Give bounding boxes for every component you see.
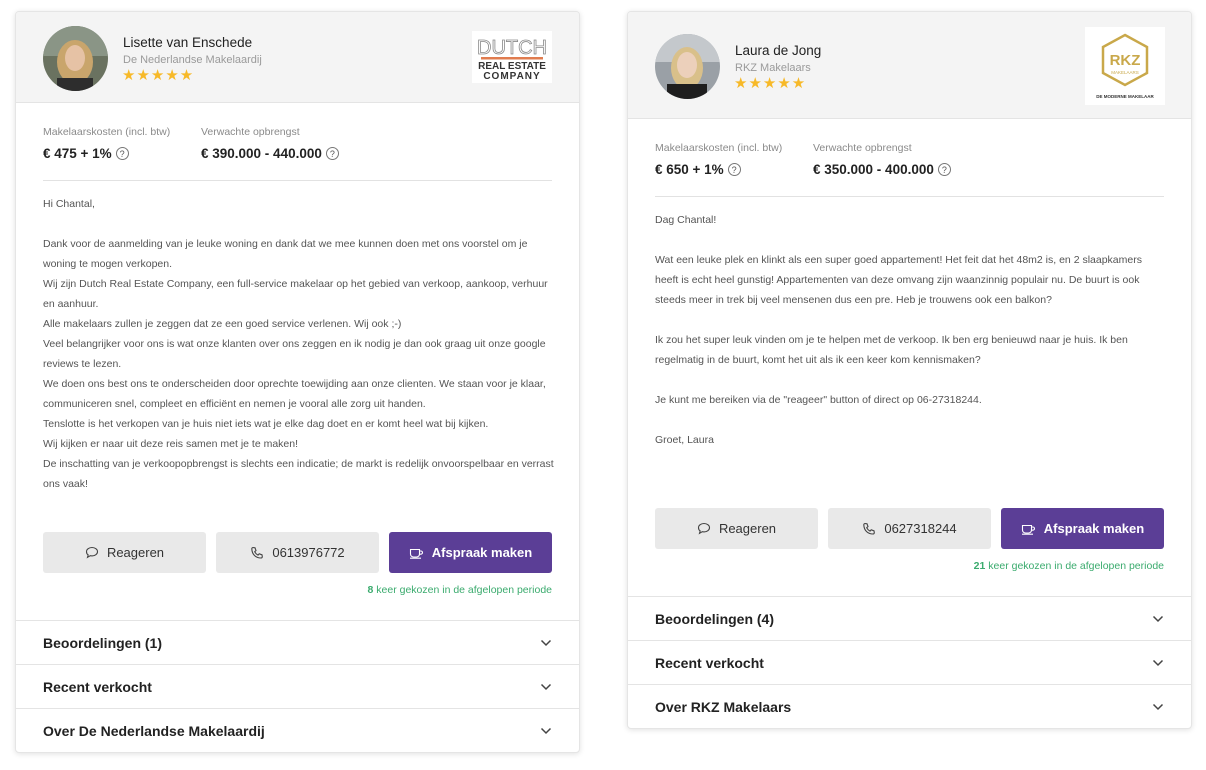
message-line: Je kunt me bereiken via de "reageer" but… (655, 394, 982, 406)
message-text: Hi Chantal, Dank voor de aanmelding van … (43, 194, 555, 494)
agent-name: Lisette van Enschede (123, 35, 253, 50)
message-line: Alle makelaars zullen je zeggen dat ze e… (43, 318, 402, 330)
proceeds-amount: € 350.000 - 400.000 (813, 162, 934, 177)
logo-line2: MAKELAARS (1111, 70, 1139, 75)
message-line: Ik zou het super leuk vinden om je te he… (655, 334, 1128, 366)
proceeds-amount: € 390.000 - 440.000 (201, 146, 322, 161)
message-line: Wat een leuke plek en klinkt als een sup… (655, 254, 1142, 306)
rating-stars: ★★★★★ (734, 75, 807, 92)
phone-number: 0627318244 (884, 521, 957, 536)
accordion-recent-sold[interactable]: Recent verkocht (16, 664, 579, 708)
divider (655, 196, 1164, 197)
cost-amount: € 650 + 1% (655, 162, 724, 177)
chevron-down-icon (1152, 703, 1164, 710)
phone-icon (251, 546, 264, 559)
cost-block: Makelaarskosten (incl. btw) € 475 + 1% ? (43, 126, 170, 161)
help-icon[interactable]: ? (727, 163, 741, 176)
message-text: Dag Chantal! Wat een leuke plek en klink… (655, 210, 1167, 450)
message-line: Veel belangrijker voor ons is wat onze k… (43, 338, 546, 370)
agent-card: Laura de Jong RKZ Makelaars ★★★★★ RKZ MA… (627, 11, 1192, 729)
phone-icon (863, 522, 876, 535)
accordion-label: Over De Nederlandse Makelaardij (43, 722, 265, 739)
chevron-down-icon (1152, 615, 1164, 622)
proceeds-block: Verwachte opbrengst € 390.000 - 440.000 … (201, 126, 339, 161)
accordion-label: Over RKZ Makelaars (655, 698, 792, 715)
chat-bubble-icon (85, 546, 98, 559)
chevron-down-icon (540, 683, 552, 690)
message-line: Dag Chantal! (655, 214, 717, 226)
proceeds-value: € 350.000 - 400.000 ? (813, 162, 951, 177)
message-line: We doen ons best ons te onderscheiden do… (43, 378, 546, 410)
cost-value: € 650 + 1% ? (655, 162, 782, 177)
coffee-cup-icon (1021, 524, 1035, 535)
chosen-count-text: 21 keer gekozen in de afgelopen periode (974, 560, 1164, 572)
rating-stars: ★★★★★ (122, 67, 195, 84)
chosen-text: keer gekozen in de afgelopen periode (376, 584, 552, 596)
help-icon[interactable]: ? (115, 147, 129, 160)
accordion-label: Beoordelingen (4) (655, 610, 775, 627)
message-line: Hi Chantal, (43, 198, 95, 210)
cost-amount: € 475 + 1% (43, 146, 112, 161)
message-line: Tenslotte is het verkopen van je huis ni… (43, 418, 489, 430)
accordion-label: Recent verkocht (655, 654, 764, 671)
message-line: Dank voor de aanmelding van je leuke won… (43, 238, 528, 270)
proceeds-value: € 390.000 - 440.000 ? (201, 146, 339, 161)
chosen-count: 8 (367, 584, 374, 596)
agent-avatar (43, 26, 108, 91)
phone-button[interactable]: 0627318244 (828, 508, 991, 549)
appointment-label: Afspraak maken (1043, 521, 1145, 536)
agent-card: Lisette van Enschede De Nederlandse Make… (15, 11, 580, 753)
company-logo: RKZ MAKELAARS DE MODERNE MAKELAAR (1085, 27, 1165, 105)
card-header: Lisette van Enschede De Nederlandse Make… (16, 12, 579, 103)
agent-name: Laura de Jong (735, 43, 822, 58)
accordion-reviews[interactable]: Beoordelingen (4) (628, 596, 1191, 640)
message-line: Groet, Laura (655, 434, 714, 446)
message-line: Wij zijn Dutch Real Estate Company, een … (43, 278, 548, 310)
proceeds-label: Verwachte opbrengst (813, 142, 912, 154)
chevron-down-icon (1152, 659, 1164, 666)
cost-block: Makelaarskosten (incl. btw) € 650 + 1% ? (655, 142, 782, 177)
phone-number: 0613976772 (272, 545, 345, 560)
proceeds-label: Verwachte opbrengst (201, 126, 300, 138)
reply-button[interactable]: Reageren (655, 508, 818, 549)
coffee-cup-icon (409, 548, 423, 559)
logo-line3: DE MODERNE MAKELAAR (1096, 94, 1154, 99)
chevron-down-icon (540, 727, 552, 734)
logo-line1: RKZ (1110, 52, 1141, 69)
chosen-count: 21 (973, 560, 986, 572)
reply-button[interactable]: Reageren (43, 532, 206, 573)
accordion-about[interactable]: Over De Nederlandse Makelaardij (16, 708, 579, 752)
agent-office: De Nederlandse Makelaardij (123, 54, 262, 66)
divider (43, 180, 552, 181)
agent-avatar (655, 34, 720, 99)
message-line: Wij kijken er naar uit deze reis samen m… (43, 438, 299, 450)
message-line: De inschatting van je verkoopopbrengst i… (43, 458, 554, 490)
reply-label: Reageren (718, 521, 777, 536)
appointment-button[interactable]: Afspraak maken (389, 532, 552, 573)
logo-line3: COMPANY (483, 71, 540, 82)
phone-button[interactable]: 0613976772 (216, 532, 379, 573)
logo-line1: DUTCH (477, 37, 547, 59)
company-logo: DUTCH REAL ESTATE COMPANY (472, 31, 552, 83)
chosen-count-text: 8 keer gekozen in de afgelopen periode (368, 584, 552, 596)
chevron-down-icon (540, 639, 552, 646)
accordion-recent-sold[interactable]: Recent verkocht (628, 640, 1191, 684)
help-icon[interactable]: ? (325, 147, 339, 160)
accordion-reviews[interactable]: Beoordelingen (1) (16, 620, 579, 664)
cost-label: Makelaarskosten (incl. btw) (43, 126, 171, 138)
accordion-label: Beoordelingen (1) (43, 634, 163, 651)
cost-value: € 475 + 1% ? (43, 146, 170, 161)
proceeds-block: Verwachte opbrengst € 350.000 - 400.000 … (813, 142, 951, 177)
reply-label: Reageren (106, 545, 165, 560)
help-icon[interactable]: ? (937, 163, 951, 176)
chosen-text: keer gekozen in de afgelopen periode (988, 560, 1164, 572)
accordion-label: Recent verkocht (43, 678, 152, 695)
accordion-about[interactable]: Over RKZ Makelaars (628, 684, 1191, 728)
card-header: Laura de Jong RKZ Makelaars ★★★★★ RKZ MA… (628, 12, 1191, 119)
chat-bubble-icon (697, 522, 710, 535)
agent-office: RKZ Makelaars (735, 62, 811, 74)
cost-label: Makelaarskosten (incl. btw) (655, 142, 783, 154)
appointment-label: Afspraak maken (431, 545, 533, 560)
appointment-button[interactable]: Afspraak maken (1001, 508, 1164, 549)
